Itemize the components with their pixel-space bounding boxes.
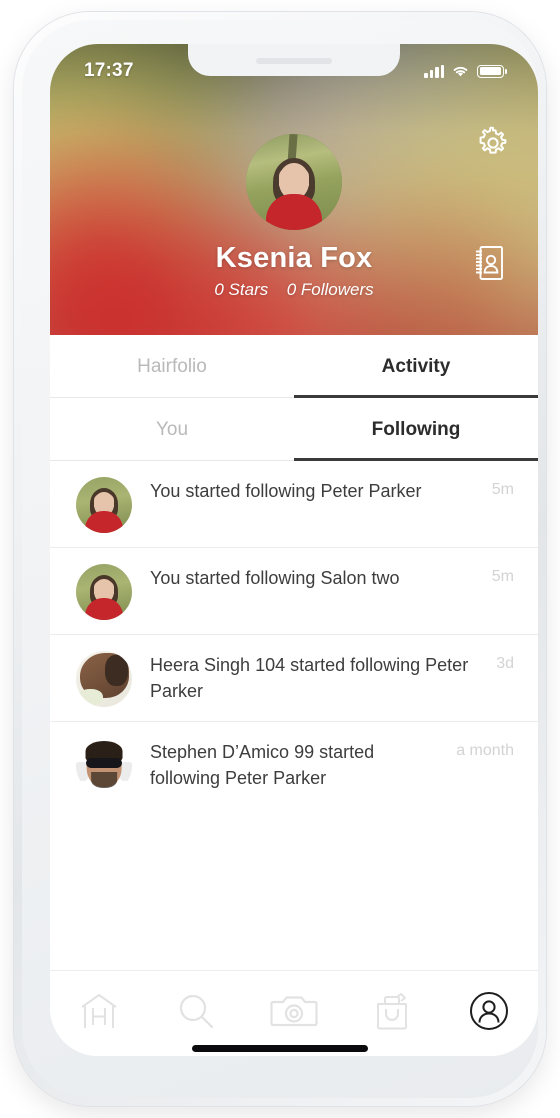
activity-timestamp: 5m xyxy=(491,568,514,585)
address-book-icon xyxy=(476,246,503,280)
wifi-icon xyxy=(453,66,468,77)
ksenia-avatar[interactable] xyxy=(76,477,132,533)
list-item[interactable]: Stephen D’Amico 99 started following Pet… xyxy=(50,722,538,803)
tab-you[interactable]: You xyxy=(50,398,294,460)
gear-icon xyxy=(479,126,507,154)
bottom-navigation-bar xyxy=(50,970,538,1056)
status-time: 17:37 xyxy=(84,60,134,81)
status-indicators xyxy=(424,64,507,78)
activity-timestamp: 3d xyxy=(496,655,514,672)
activity-feed[interactable]: You started following Peter Parker 5m Yo… xyxy=(50,461,538,803)
nav-home[interactable] xyxy=(50,983,148,1039)
profile-stats: 0 Stars 0 Followers xyxy=(50,280,538,300)
nav-profile[interactable] xyxy=(440,983,538,1039)
activity-text: You started following Salon two xyxy=(150,568,400,588)
nav-camera[interactable] xyxy=(245,983,343,1039)
device-notch xyxy=(188,44,400,76)
profile-header: 17:37 Ksenia Fox 0 Stars 0 Followers xyxy=(50,44,538,335)
stars-count: 0 Stars xyxy=(214,280,269,299)
cellular-signal-icon xyxy=(424,64,444,78)
contacts-button[interactable] xyxy=(468,240,510,286)
shopping-bag-icon xyxy=(376,993,407,1030)
primary-tab-bar: Hairfolio Activity xyxy=(50,335,538,398)
tab-following[interactable]: Following xyxy=(294,398,538,461)
activity-text: Stephen D’Amico 99 started following Pet… xyxy=(150,742,375,788)
page-title: Ksenia Fox xyxy=(215,242,373,274)
tab-activity[interactable]: Activity xyxy=(294,335,538,398)
phone-screen: 17:37 Ksenia Fox 0 Stars 0 Followers Hai… xyxy=(50,44,538,1056)
camera-icon xyxy=(270,996,318,1027)
nav-shop[interactable] xyxy=(343,983,441,1039)
battery-full-icon xyxy=(477,64,507,78)
activity-text: Heera Singh 104 started following Peter … xyxy=(150,655,469,701)
list-item[interactable]: Heera Singh 104 started following Peter … xyxy=(50,635,538,722)
activity-text: You started following Peter Parker xyxy=(150,481,422,501)
nav-search[interactable] xyxy=(148,983,246,1039)
heera-singh-avatar[interactable] xyxy=(76,651,132,707)
tab-hairfolio[interactable]: Hairfolio xyxy=(50,335,294,397)
list-item[interactable]: You started following Salon two 5m xyxy=(50,548,538,635)
list-item[interactable]: You started following Peter Parker 5m xyxy=(50,461,538,548)
secondary-tab-bar: You Following xyxy=(50,398,538,461)
home-indicator xyxy=(192,1045,368,1052)
profile-avatar[interactable] xyxy=(246,134,342,230)
home-hairfolio-icon xyxy=(81,993,117,1028)
ksenia-avatar[interactable] xyxy=(76,564,132,620)
phone-device-frame: 17:37 Ksenia Fox 0 Stars 0 Followers Hai… xyxy=(14,12,546,1106)
stephen-damico-99-avatar[interactable] xyxy=(76,738,132,794)
search-icon xyxy=(180,994,214,1029)
activity-timestamp: 5m xyxy=(491,481,514,498)
earpiece-speaker xyxy=(256,58,332,64)
activity-timestamp: a month xyxy=(456,742,514,759)
profile-icon xyxy=(470,992,509,1030)
followers-count: 0 Followers xyxy=(286,280,374,299)
settings-button[interactable] xyxy=(472,122,514,164)
